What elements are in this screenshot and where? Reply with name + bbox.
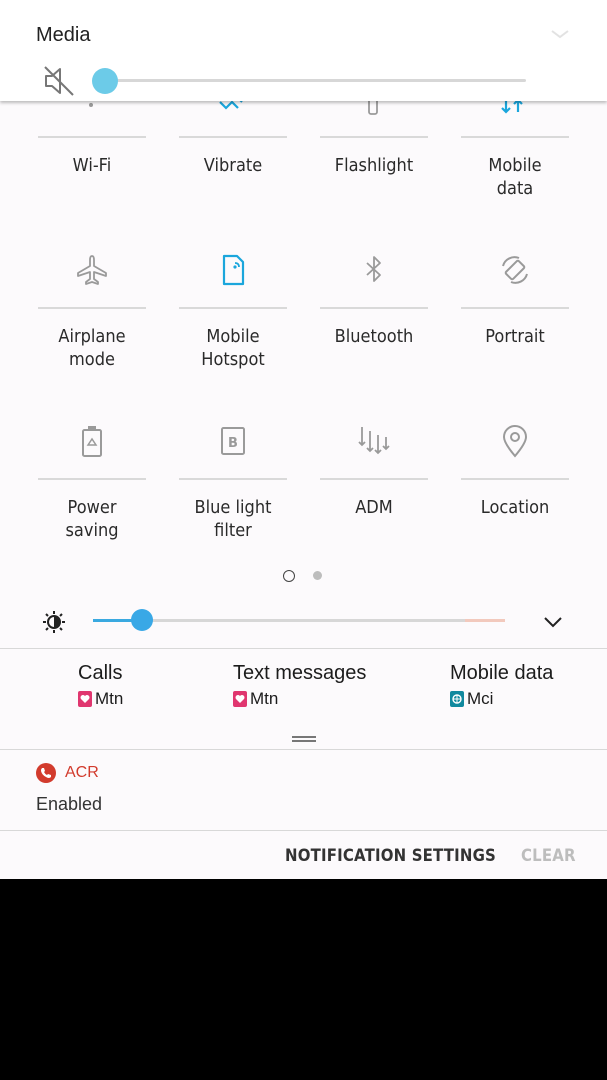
sim-data-title: Mobile data: [450, 662, 554, 684]
tile-divider: [38, 307, 146, 309]
sim-data[interactable]: Mobile data Mci: [450, 662, 553, 709]
adm-icon: [358, 427, 390, 455]
rotate-icon: [502, 256, 528, 284]
brightness-slider-track[interactable]: [93, 619, 505, 622]
page-indicator-1[interactable]: [283, 570, 295, 582]
chevron-down-icon[interactable]: [548, 22, 572, 46]
clear-button[interactable]: CLEAR: [521, 846, 576, 866]
media-volume-card: Media: [0, 0, 607, 101]
battery-icon: [82, 426, 102, 457]
volume-mute-icon[interactable]: [42, 64, 76, 98]
page-indicator-2[interactable]: [313, 571, 322, 580]
tile-label: Mobile Hotspot: [201, 326, 265, 370]
brightness-slider-thumb[interactable]: [131, 609, 154, 631]
tile-divider: [320, 136, 428, 138]
tile-label: ADM: [355, 497, 393, 518]
hotspot-icon: [222, 254, 245, 286]
tile-label: Location: [480, 497, 550, 518]
notification-panel: Wi-Fi Vibrate Flashlight Mobile data Airplane…: [0, 0, 607, 879]
tile-divider: [179, 307, 287, 309]
tile-divider: [320, 307, 428, 309]
bluetooth-icon: [366, 256, 381, 282]
sim-calls-operator: Mtn: [95, 689, 124, 708]
tile-divider: [179, 478, 287, 480]
sim-calls-title: Calls: [78, 662, 123, 684]
tile-label: Power saving: [65, 497, 119, 541]
sim-texts-operator: Mtn: [250, 689, 279, 708]
sim-texts-title: Text messages: [233, 662, 367, 684]
tile-label: Vibrate: [203, 155, 263, 176]
notification-app-name: ACR: [65, 764, 99, 781]
brightness-icon[interactable]: [42, 610, 66, 634]
drag-handle[interactable]: [292, 736, 316, 742]
media-volume-slider-track[interactable]: [104, 79, 526, 82]
sim-globe-icon: [450, 691, 464, 707]
divider: [0, 830, 607, 831]
divider: [0, 749, 607, 750]
brightness-slider-warm-zone: [465, 619, 505, 622]
tile-divider: [320, 478, 428, 480]
tile-label: Blue light filter: [194, 497, 272, 541]
tile-divider: [461, 307, 569, 309]
sim-heart-icon: [233, 691, 247, 707]
notification-text[interactable]: Enabled: [36, 794, 102, 815]
tile-divider: [461, 478, 569, 480]
sim-calls[interactable]: Calls Mtn: [78, 662, 123, 709]
sim-texts[interactable]: Text messages Mtn: [233, 662, 366, 709]
notification-settings-button[interactable]: NOTIFICATION SETTINGS: [285, 846, 496, 866]
tile-label: Flashlight: [334, 155, 414, 176]
tile-divider: [38, 136, 146, 138]
tile-divider: [179, 136, 287, 138]
location-icon: [502, 425, 528, 458]
tile-label: Bluetooth: [334, 326, 414, 347]
blue-light-icon: B: [221, 427, 245, 455]
chevron-down-icon[interactable]: [541, 610, 565, 634]
tile-label: Airplane mode: [58, 326, 126, 370]
tile-label: Mobile data: [488, 155, 542, 199]
tile-label: Wi-Fi: [72, 155, 112, 176]
media-title: Media: [36, 24, 91, 46]
divider: [0, 648, 607, 649]
sim-data-operator: Mci: [467, 689, 494, 708]
tile-label: Portrait: [485, 326, 545, 347]
svg-text:B: B: [228, 436, 238, 451]
airplane-icon: [77, 255, 107, 285]
acr-phone-icon: [36, 763, 56, 783]
sim-heart-icon: [78, 691, 92, 707]
tile-divider: [38, 478, 146, 480]
tile-divider: [461, 136, 569, 138]
media-volume-slider-thumb[interactable]: [92, 68, 118, 94]
